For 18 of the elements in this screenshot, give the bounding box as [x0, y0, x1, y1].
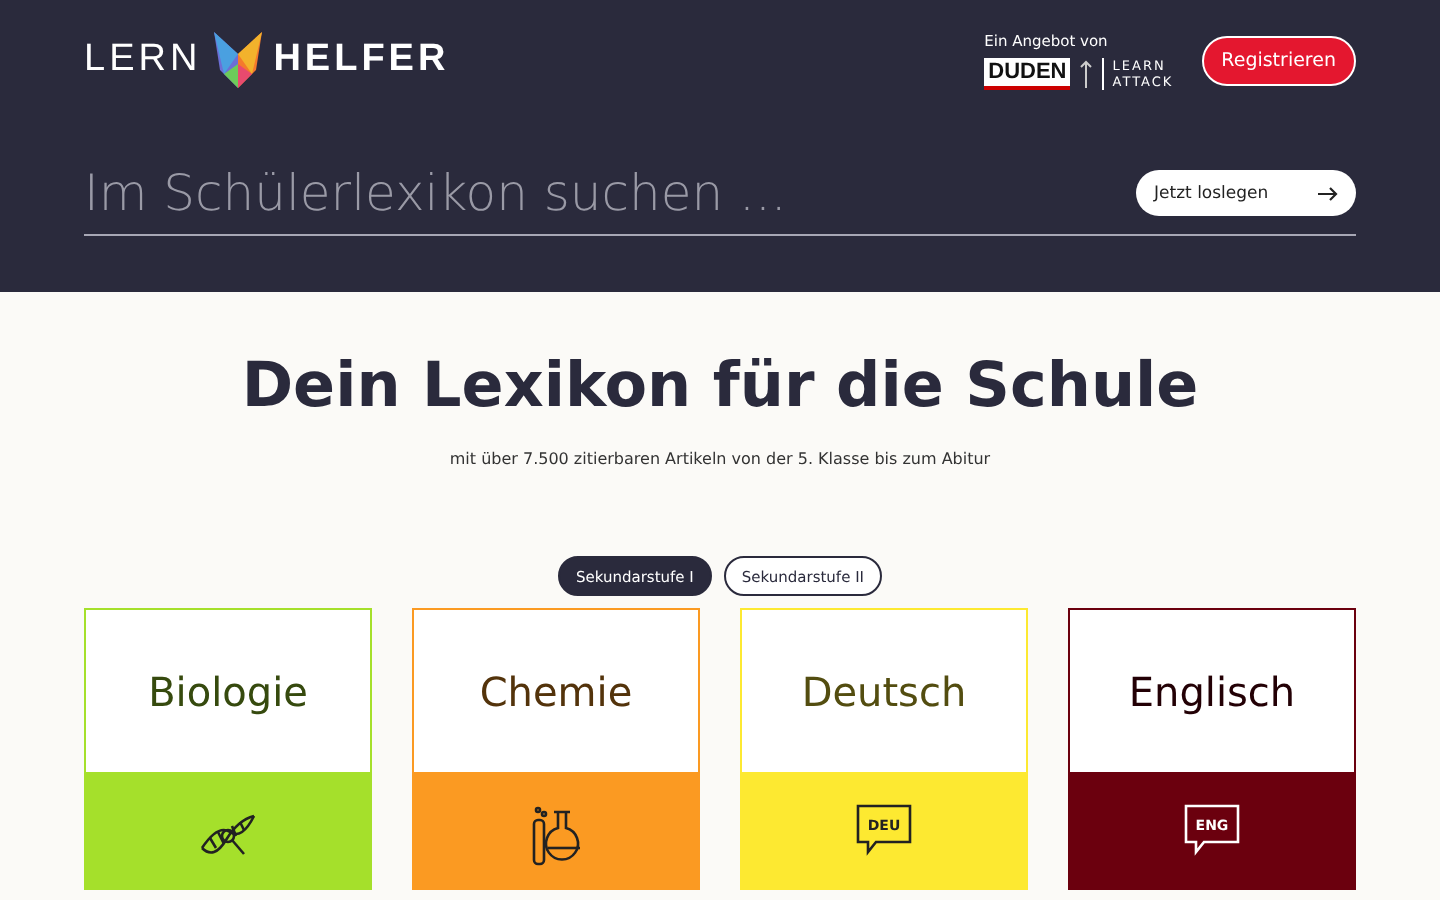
subject-card[interactable]: Chemie: [412, 608, 700, 890]
subject-title: Biologie: [146, 665, 310, 719]
logo-icon: [211, 30, 264, 90]
arrow-right-icon: [1318, 185, 1338, 201]
register-button[interactable]: Registrieren: [1201, 35, 1356, 85]
subtitle: mit über 7.500 zitierbaren Artikeln von der 5. Klasse bis zum Abitur: [449, 450, 991, 468]
subject-title: Deutsch: [799, 665, 969, 719]
partner-logo[interactable]: DUDEN: [984, 57, 1071, 89]
search-field[interactable]: Im Schülerlexikon suchen ...: [84, 164, 964, 222]
subject-card[interactable]: Biologie: [84, 608, 372, 890]
arrow-up-icon: [1080, 59, 1093, 87]
flask-icon: [530, 804, 582, 868]
page-title: Dein Lexikon für die Schule: [241, 350, 1199, 422]
start-button[interactable]: Jetzt loslegen: [1136, 170, 1356, 216]
logo-text: HELFER: [273, 38, 450, 82]
subject-title: Englisch: [1126, 665, 1298, 719]
subject-title: Chemie: [477, 665, 635, 719]
logo-text: LERN: [84, 38, 202, 82]
